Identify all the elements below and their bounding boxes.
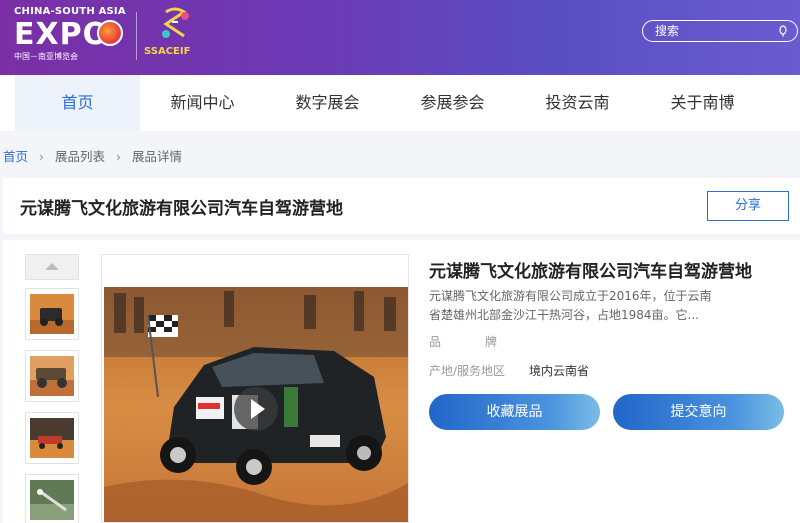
expo-logo[interactable]: CHINA-SOUTH ASIA EXPO 中国－南亚博览会 <box>14 6 129 68</box>
thumbnail-image <box>30 480 74 520</box>
logo-line2: EXPO <box>14 17 110 52</box>
nav-item-exhibit[interactable]: 参展参会 <box>390 75 515 131</box>
logo2-text: SSACEIF <box>144 46 191 57</box>
logo-divider <box>136 12 137 60</box>
submit-intent-button[interactable]: 提交意向 <box>613 394 784 430</box>
thumbnail-image <box>30 418 74 458</box>
logo-line3: 中国－南亚博览会 <box>14 52 78 61</box>
thumbnail-1[interactable] <box>25 288 79 340</box>
nav-item-invest-yunnan[interactable]: 投资云南 <box>515 75 640 131</box>
breadcrumb-list[interactable]: 展品列表 <box>55 149 105 164</box>
nav-item-news[interactable]: 新闻中心 <box>140 75 265 131</box>
origin-label: 产地/服务地区 <box>429 364 506 378</box>
logo-line1: CHINA-SOUTH ASIA <box>14 6 126 17</box>
globe-icon <box>97 20 123 46</box>
product-main-image[interactable] <box>101 254 409 523</box>
breadcrumb: 首页 › 展品列表 › 展品详情 <box>3 146 182 165</box>
ssaceif-logo[interactable]: SSACEIF <box>144 6 204 68</box>
collect-product-button[interactable]: 收藏展品 <box>429 394 600 430</box>
main-nav: 首页 新闻中心 数字展会 参展参会 投资云南 关于南博 <box>0 75 800 131</box>
play-video-button[interactable] <box>234 387 278 431</box>
product-description: 元谋腾飞文化旅游有限公司成立于2016年，位于云南省楚雄州北部金沙江干热河谷，占… <box>429 289 712 322</box>
thumbnail-image <box>30 356 74 396</box>
product-panel: 元谋腾飞文化旅游有限公司汽车自驾游营地 元谋腾飞文化旅游有限公司成立于2016年… <box>3 240 800 523</box>
thumbnail-3[interactable] <box>25 412 79 464</box>
brand-label: 品牌 <box>429 335 542 349</box>
origin-value: 境内云南省 <box>529 364 590 378</box>
product-title: 元谋腾飞文化旅游有限公司汽车自驾游营地 <box>429 262 752 282</box>
chevron-right-icon: › <box>116 149 122 164</box>
thumbnail-image <box>30 294 74 334</box>
ssaceif-emblem-icon <box>162 7 189 38</box>
chevron-right-icon: › <box>39 149 45 164</box>
thumbnail-2[interactable] <box>25 350 79 402</box>
chevron-up-icon <box>45 263 59 270</box>
top-header: CHINA-SOUTH ASIA EXPO 中国－南亚博览会 SSACEIF 搜… <box>0 0 800 75</box>
nav-item-digital-expo[interactable]: 数字展会 <box>265 75 390 131</box>
search-icon[interactable] <box>778 25 788 37</box>
thumbnail-scroll-up-button[interactable] <box>25 254 79 280</box>
page-title: 元谋腾飞文化旅游有限公司汽车自驾游营地 <box>20 199 343 219</box>
share-button[interactable]: 分享 <box>707 191 789 221</box>
nav-item-about[interactable]: 关于南博 <box>640 75 765 131</box>
search-input[interactable]: 搜索 <box>642 20 798 42</box>
breadcrumb-current: 展品详情 <box>132 149 183 164</box>
thumbnail-4[interactable] <box>25 474 79 523</box>
play-icon <box>251 399 265 419</box>
breadcrumb-home[interactable]: 首页 <box>3 149 28 164</box>
title-bar: 元谋腾飞文化旅游有限公司汽车自驾游营地 分享 <box>3 178 800 234</box>
nav-item-home[interactable]: 首页 <box>15 75 140 131</box>
